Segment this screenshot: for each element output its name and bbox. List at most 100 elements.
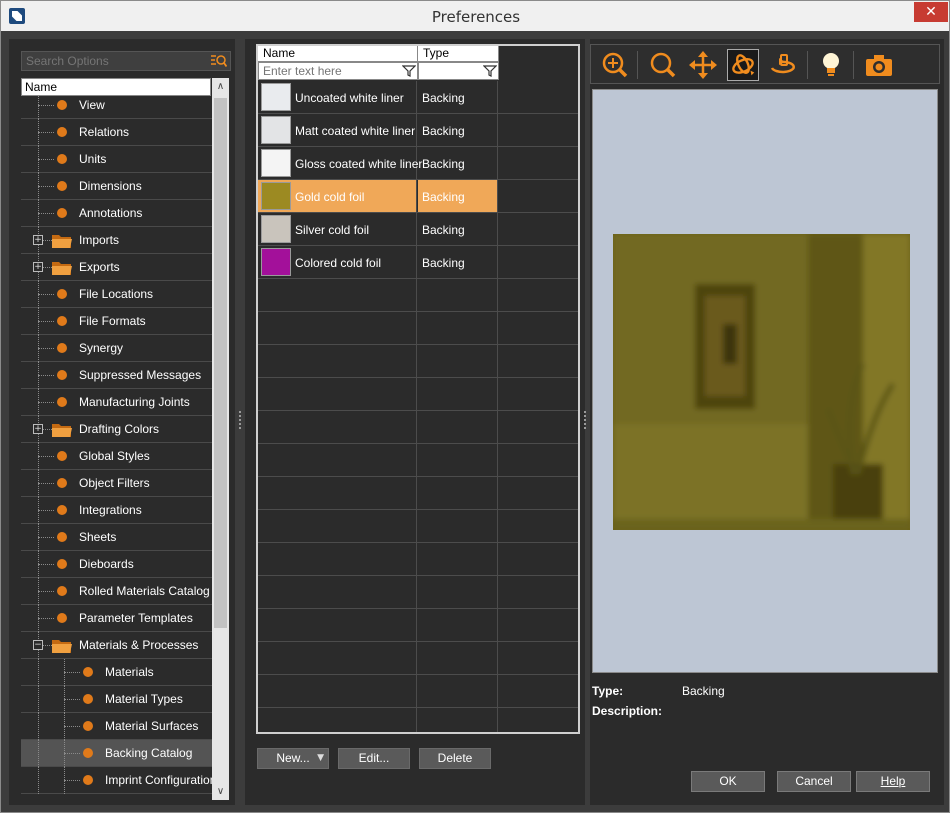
table-row[interactable]: Colored cold foil Backing: [258, 246, 578, 279]
filter-icon[interactable]: [402, 64, 416, 78]
tree-item[interactable]: Object Filters: [21, 470, 212, 497]
type-cell: Backing: [418, 213, 498, 245]
new-button-label: New...: [276, 751, 310, 765]
tree-item-label: Materials & Processes: [79, 638, 199, 652]
cancel-button[interactable]: Cancel: [777, 771, 851, 792]
type-cell: [418, 543, 498, 575]
tree-item[interactable]: Integrations: [21, 497, 212, 524]
tree-branch-line: [38, 537, 54, 538]
name-cell: Matt coated white liner: [258, 114, 417, 146]
tree-item[interactable]: Manufacturing Joints: [21, 389, 212, 416]
tree-item[interactable]: Annotations: [21, 200, 212, 227]
table-row[interactable]: Matt coated white liner Backing: [258, 114, 578, 147]
column-header-name[interactable]: Name: [258, 46, 418, 62]
toolbar-separator: [807, 51, 808, 79]
column-header-type[interactable]: Type: [418, 46, 499, 62]
right-splitter[interactable]: [582, 31, 588, 813]
bullet-icon: [57, 532, 67, 542]
empty-cell: [499, 708, 578, 732]
empty-cell: [499, 114, 578, 146]
type-cell: [418, 312, 498, 344]
tree-item-label: Backing Catalog: [105, 746, 193, 760]
filter-icon[interactable]: [483, 64, 497, 78]
tree-item[interactable]: Material Surfaces: [21, 713, 212, 740]
preview-pane: Type: Backing Description:: [590, 39, 944, 805]
tree-item[interactable]: Dieboards: [21, 551, 212, 578]
tree-item[interactable]: Suppressed Messages: [21, 362, 212, 389]
help-button[interactable]: Help: [856, 771, 930, 792]
preview-viewport[interactable]: [592, 89, 938, 673]
tree-item[interactable]: Relations: [21, 119, 212, 146]
tree-item[interactable]: Rolled Materials Catalog: [21, 578, 212, 605]
scroll-up-arrow-icon[interactable]: ∧: [212, 78, 229, 95]
tree-item[interactable]: Synergy: [21, 335, 212, 362]
scroll-thumb[interactable]: [214, 98, 227, 628]
delete-button[interactable]: Delete: [419, 748, 491, 769]
tree-item[interactable]: Global Styles: [21, 443, 212, 470]
tree-item-label: Imprint Configurations: [105, 773, 212, 787]
pan-icon[interactable]: [687, 49, 719, 81]
expand-icon[interactable]: +: [33, 262, 43, 272]
left-splitter[interactable]: [237, 31, 243, 813]
tree-item[interactable]: Backing Catalog: [21, 740, 212, 767]
empty-cell: [499, 279, 578, 311]
tree-item[interactable]: + Imports: [21, 227, 212, 254]
orbit-icon[interactable]: [727, 49, 759, 81]
tree-item[interactable]: File Locations: [21, 281, 212, 308]
name-filter-input[interactable]: [259, 63, 417, 79]
close-button[interactable]: ✕: [914, 2, 948, 22]
tree-item[interactable]: Units: [21, 146, 212, 173]
window-title: Preferences: [431, 8, 521, 26]
tree-branch-line: [38, 713, 39, 740]
table-row[interactable]: Uncoated white liner Backing: [258, 81, 578, 114]
search-input[interactable]: [22, 52, 208, 70]
light-icon[interactable]: [815, 49, 847, 81]
tree-header-name[interactable]: Name: [21, 78, 211, 96]
tree-item[interactable]: Material Types: [21, 686, 212, 713]
tree-branch-line: [38, 348, 54, 349]
table-row[interactable]: Gold cold foil Backing: [258, 180, 578, 213]
ok-button[interactable]: OK: [691, 771, 765, 792]
tree-item[interactable]: + Exports: [21, 254, 212, 281]
tree-item[interactable]: Sheets: [21, 524, 212, 551]
type-cell: Backing: [418, 246, 498, 278]
tree-item-label: Object Filters: [79, 476, 150, 490]
tree-item[interactable]: − Materials & Processes: [21, 632, 212, 659]
expand-icon[interactable]: +: [33, 424, 43, 434]
folder-icon: [52, 640, 72, 653]
camera-icon[interactable]: [863, 49, 895, 81]
tree-item[interactable]: Imprint Configurations: [21, 767, 212, 794]
dropdown-arrow-icon[interactable]: ▼: [317, 749, 324, 768]
new-button[interactable]: New... ▼: [257, 748, 329, 769]
rotate-icon[interactable]: [767, 49, 799, 81]
backing-name: Gold cold foil: [295, 190, 365, 204]
bullet-icon: [83, 721, 93, 731]
edit-button[interactable]: Edit...: [338, 748, 410, 769]
tree-item[interactable]: View: [21, 96, 212, 119]
search-icon[interactable]: [211, 54, 227, 68]
zoom-icon[interactable]: [647, 49, 679, 81]
tree-item[interactable]: Parameter Templates: [21, 605, 212, 632]
empty-cell: [499, 543, 578, 575]
splitter-grip-icon: [584, 411, 586, 429]
empty-table-row: [258, 345, 578, 378]
bullet-icon: [57, 289, 67, 299]
name-cell: [258, 675, 417, 707]
tree-rows: View Relations Units Dimensions Annotations +…: [21, 96, 212, 800]
zoom-in-icon[interactable]: [599, 49, 631, 81]
collapse-icon[interactable]: −: [33, 640, 43, 650]
tree-item[interactable]: File Formats: [21, 308, 212, 335]
tree-item[interactable]: Materials: [21, 659, 212, 686]
table-row[interactable]: Silver cold foil Backing: [258, 213, 578, 246]
tree-item[interactable]: Dimensions: [21, 173, 212, 200]
table-row[interactable]: Gloss coated white liner Backing: [258, 147, 578, 180]
tree-item-label: Material Surfaces: [105, 719, 199, 733]
tree-item[interactable]: + Drafting Colors: [21, 416, 212, 443]
tree-scrollbar[interactable]: ∧ ∨: [212, 78, 229, 800]
tree-branch-line: [38, 510, 54, 511]
bullet-icon: [57, 208, 67, 218]
empty-cell: [499, 477, 578, 509]
expand-icon[interactable]: +: [33, 235, 43, 245]
empty-cell: [499, 444, 578, 476]
scroll-down-arrow-icon[interactable]: ∨: [212, 783, 229, 800]
